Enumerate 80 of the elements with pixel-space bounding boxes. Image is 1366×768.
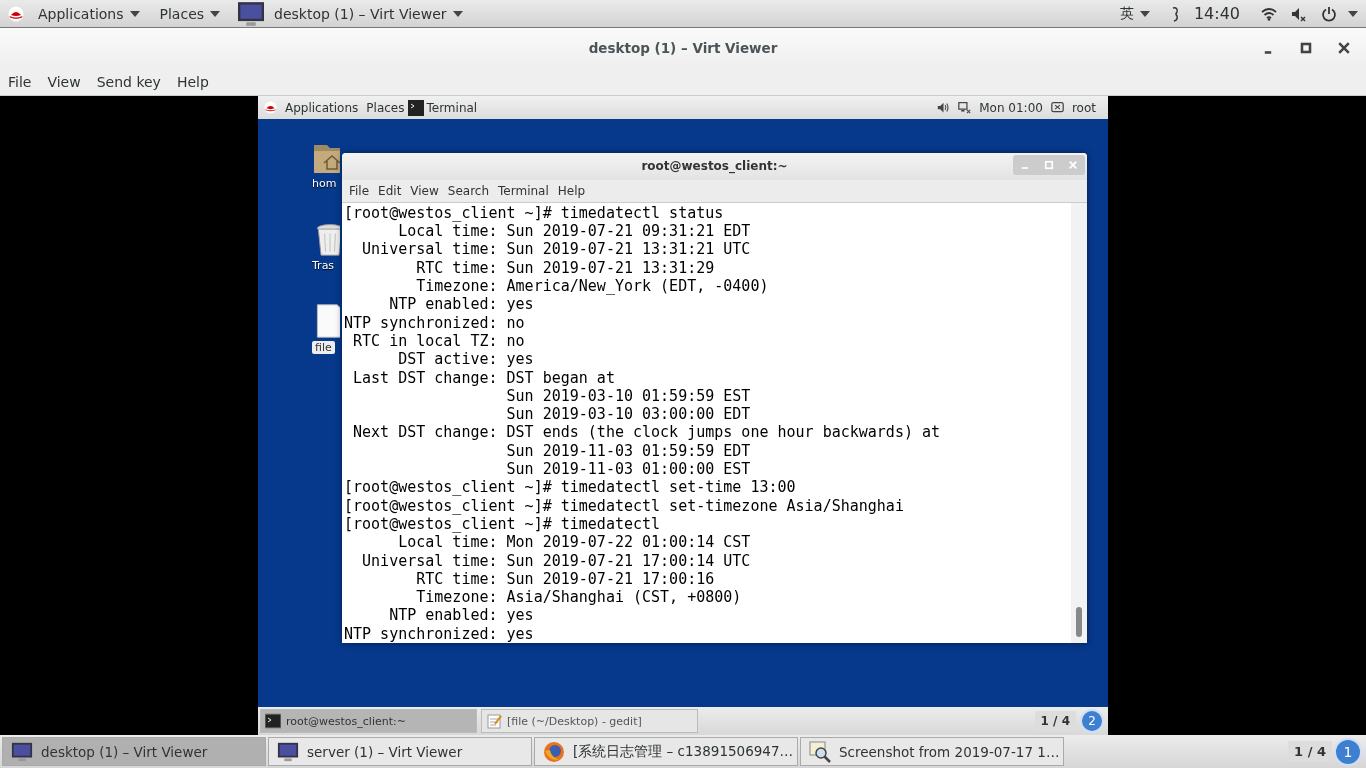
top-menu[interactable]: Places <box>366 100 405 115</box>
window-title: desktop (1) – Virt Viewer <box>588 40 778 56</box>
terminal-line: RTC time: Sun 2019-07-21 13:31:29 <box>415 258 716 278</box>
terminal-line: Last DST change: DST began at <box>352 368 616 387</box>
menu-item[interactable]: Send key <box>88 73 169 90</box>
top-menu[interactable]: Applications <box>32 0 146 27</box>
magnifier-icon <box>809 740 831 763</box>
notification-badge[interactable]: 1 <box>1334 737 1362 766</box>
monitor-icon <box>277 740 299 763</box>
terminal-line: Sun 2019-11-03 01:59:59 EDT <box>505 441 752 461</box>
terminal-line: Timezone: Asia/Shanghai (CST, +0800) <box>415 588 743 607</box>
notepad-icon <box>486 713 502 729</box>
terminal-line: NTP synchronized: no <box>344 313 526 332</box>
menu-item[interactable]: Edit <box>373 183 406 198</box>
taskbar-button[interactable]: [系统日志管理 – c13891506947… <box>534 737 798 766</box>
menu-item[interactable]: View <box>39 73 89 90</box>
volume-icon <box>937 101 951 114</box>
terminal-line: Timezone: America/New_York (EDT, -0400) <box>415 277 770 296</box>
app-menu-button[interactable]: Terminal <box>412 96 482 119</box>
terminal-line: NTP synchronized: yes <box>344 624 535 643</box>
terminal-icon <box>408 97 425 118</box>
close-icon[interactable] <box>1336 40 1352 56</box>
terminal-line: [root@westos_client ~]# timedatectl set-timezone Asia/Shanghai <box>344 496 905 515</box>
taskbar-button[interactable]: Screenshot from 2019-07-17 1… <box>800 737 1064 766</box>
menu-item[interactable]: View <box>405 183 443 198</box>
input-method-button[interactable]: 英 <box>1113 0 1156 27</box>
notification-badge[interactable]: 2 <box>1080 709 1104 733</box>
window-title: root@westos_client:~ <box>641 159 788 174</box>
icon-label: file <box>312 341 335 354</box>
wifi-icon <box>1261 5 1277 22</box>
menu-item[interactable]: File <box>0 73 40 90</box>
caret-icon <box>1139 10 1150 17</box>
terminal-line: Next DST change: DST ends (the clock jumps one hour backwards) at <box>352 423 942 442</box>
fox-globe-icon <box>543 740 565 763</box>
monitor-icon <box>236 0 267 27</box>
clock[interactable]: Mon 01:00 <box>979 100 1043 115</box>
user-icon <box>1050 101 1064 114</box>
terminal-line: Universal time: Sun 2019-07-21 13:31:21 UTC <box>361 240 752 259</box>
terminal-line: RTC in local TZ: no <box>352 331 526 351</box>
menu-item[interactable]: File <box>344 183 374 198</box>
terminal-line: [root@westos_client ~]# timedatectl <box>344 514 662 534</box>
network-icon <box>958 101 972 114</box>
menu-item[interactable]: Help <box>168 73 217 90</box>
terminal-line: NTP enabled: yes <box>388 606 535 625</box>
monitor-icon <box>11 740 33 763</box>
caret-icon <box>129 10 140 17</box>
scrollbar[interactable] <box>1071 202 1087 643</box>
taskbar-button[interactable]: desktop (1) – Virt Viewer <box>2 737 266 766</box>
icon-label: hom <box>312 177 337 190</box>
terminal-line: Sun 2019-03-10 03:00:00 EDT <box>505 405 752 424</box>
icon-label: Tras <box>312 259 335 272</box>
terminal-icon <box>265 713 281 729</box>
clock[interactable]: 14:40 <box>1193 4 1240 23</box>
terminal-line: [root@westos_client ~]# timedatectl set-time 13:00 <box>344 478 797 497</box>
taskbar-button[interactable]: server (1) – Virt Viewer <box>268 737 532 766</box>
top-menu[interactable]: Applications <box>285 100 359 115</box>
terminal-line: Sun 2019-11-03 01:00:00 EST <box>505 460 752 479</box>
terminal-line: Local time: Mon 2019-07-22 01:00:14 CST <box>397 533 752 552</box>
terminal-line: Local time: Sun 2019-07-21 09:31:21 EDT <box>397 222 752 241</box>
menu-item[interactable]: Help <box>552 183 590 198</box>
redhat-logo-icon <box>264 101 277 114</box>
redhat-logo-icon <box>8 5 24 22</box>
terminal-line: [root@westos_client ~]# timedatectl status <box>344 203 725 223</box>
user-menu[interactable]: root <box>1071 100 1096 115</box>
power-icon <box>1321 5 1337 22</box>
menu-item[interactable]: Terminal <box>493 183 553 198</box>
terminal-line: Sun 2019-03-10 01:59:59 EST <box>505 386 752 406</box>
terminal-line: NTP enabled: yes <box>388 295 535 314</box>
taskbar-button[interactable]: [file (~/Desktop) - gedit] <box>481 709 698 733</box>
taskbar-button[interactable]: root@westos_client:~ <box>260 709 477 733</box>
app-menu-button[interactable]: desktop (1) – Virt Viewer <box>234 0 469 27</box>
caret-icon <box>452 10 463 17</box>
top-menu[interactable]: Places <box>153 0 227 27</box>
terminal-line: DST active: yes <box>397 350 535 369</box>
caret-icon <box>210 10 221 17</box>
maximize-icon[interactable] <box>1298 40 1314 56</box>
menu-item[interactable]: Search <box>442 183 494 198</box>
terminal-line: RTC time: Sun 2019-07-21 17:00:16 <box>415 569 716 589</box>
terminal-line: Universal time: Sun 2019-07-21 17:00:14 UTC <box>361 551 752 570</box>
caret-icon <box>1348 10 1358 17</box>
